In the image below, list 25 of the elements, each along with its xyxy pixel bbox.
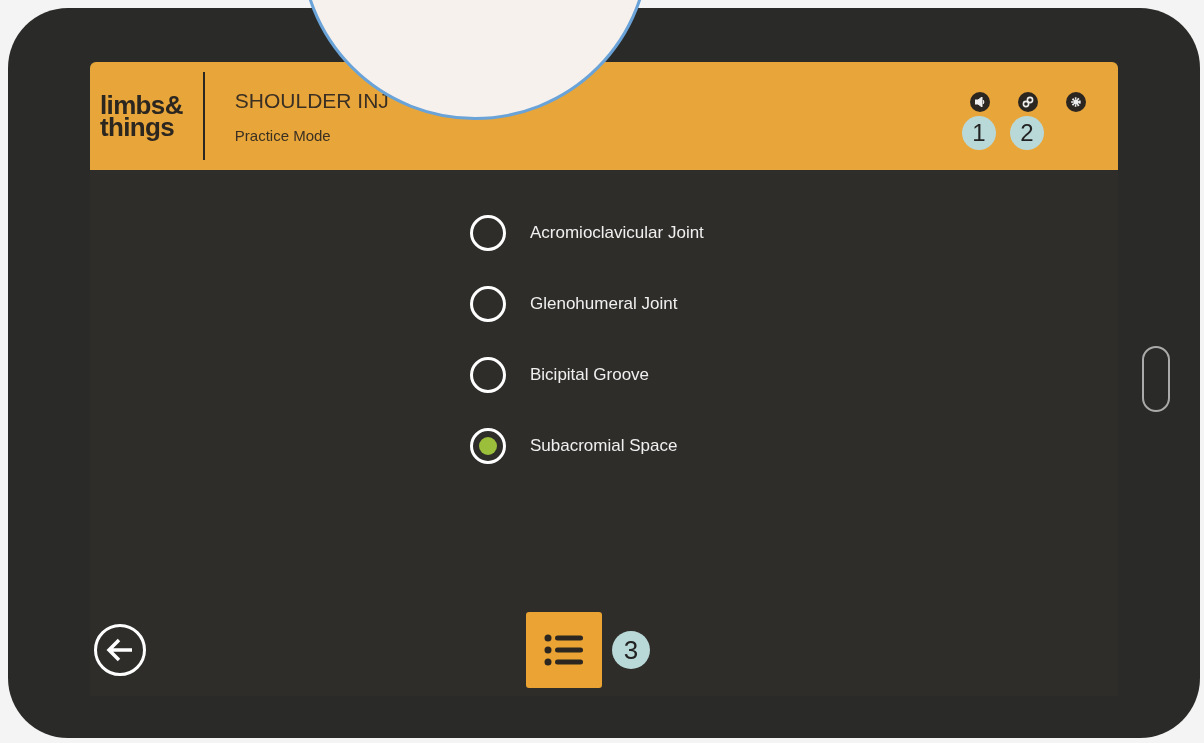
- settings-button[interactable]: [1066, 92, 1086, 112]
- option-label: Subacromial Space: [530, 435, 678, 458]
- module-title: SHOULDER INJ: [234, 88, 389, 114]
- callout-number: 1: [962, 116, 996, 150]
- option-label: Acromioclavicular Joint: [530, 222, 704, 245]
- callout-number: 2: [1010, 116, 1044, 150]
- link-button[interactable]: [1018, 92, 1038, 112]
- link-icon: [1022, 96, 1034, 108]
- speaker-icon: [974, 97, 986, 107]
- option-label: Bicipital Groove: [530, 364, 650, 387]
- radio-button[interactable]: [470, 428, 506, 464]
- settings-icon: [1070, 96, 1082, 108]
- radio-button[interactable]: [470, 215, 506, 251]
- logo-text: limbs&: [100, 94, 183, 116]
- callout-number: 3: [612, 631, 650, 669]
- back-button[interactable]: [94, 624, 146, 676]
- home-button[interactable]: [1142, 346, 1170, 412]
- sound-button[interactable]: [970, 92, 990, 112]
- mode-label: Practice Mode: [234, 125, 332, 146]
- list-button[interactable]: [526, 612, 602, 688]
- radio-button[interactable]: [470, 286, 506, 322]
- radio-button[interactable]: [470, 357, 506, 393]
- option-label: Glenohumeral Joint: [530, 293, 678, 316]
- left-arrow-icon: [106, 638, 134, 662]
- list-icon: [544, 634, 584, 666]
